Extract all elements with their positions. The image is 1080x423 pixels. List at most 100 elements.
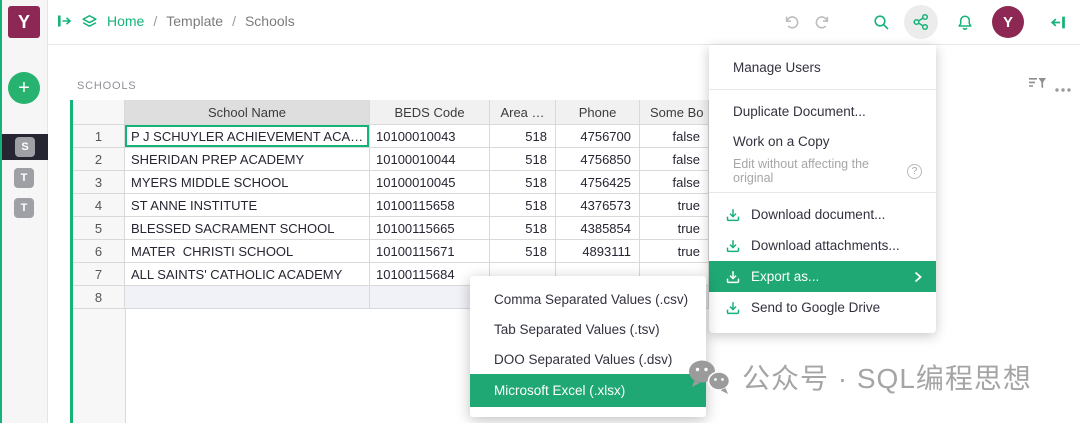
table-row: 2 SHERIDAN PREP ACADEMY 10100010044 518 …	[73, 148, 709, 171]
column-header-phone[interactable]: Phone	[556, 100, 640, 125]
menu-item-work-on-copy[interactable]: Work on a Copy	[709, 126, 936, 156]
grid-cell[interactable]: 518	[490, 148, 556, 171]
column-header-beds-code[interactable]: BEDS Code	[370, 100, 490, 125]
download-icon	[725, 238, 741, 254]
row-number[interactable]: 1	[73, 125, 125, 148]
page-tile-t2[interactable]: T	[14, 198, 34, 218]
menu-item-download-attachments[interactable]: Download attachments...	[709, 230, 936, 261]
grid-cell[interactable]: 10100115665	[370, 217, 490, 240]
notifications-bell-icon[interactable]	[956, 14, 974, 37]
page-tile-t1[interactable]: T	[14, 168, 34, 188]
grid-cell[interactable]: 518	[490, 240, 556, 263]
grid-cell[interactable]: true	[640, 194, 709, 217]
menu-item-download-document[interactable]: Download document...	[709, 199, 936, 230]
menu-item-send-to-google-drive[interactable]: Send to Google Drive	[709, 292, 936, 323]
grid-cell[interactable]: 4893111	[556, 240, 640, 263]
grid-cell[interactable]: 10100010044	[370, 148, 490, 171]
watermark: 公众号 · SQL编程思想	[686, 357, 1032, 397]
submenu-chevron-icon	[914, 271, 922, 283]
grid-cell[interactable]: 4385854	[556, 217, 640, 240]
wechat-icon	[686, 357, 732, 397]
column-header-school-name[interactable]: School Name	[125, 100, 370, 125]
table-row: 5 BLESSED SACRAMENT SCHOOL 10100115665 5…	[73, 217, 709, 240]
grid-cell[interactable]: 4756425	[556, 171, 640, 194]
menu-item-export-as[interactable]: Export as...	[709, 261, 936, 292]
menu-item-duplicate-document[interactable]: Duplicate Document...	[709, 96, 936, 126]
grid-cell[interactable]	[125, 286, 370, 309]
row-number[interactable]: 4	[73, 194, 125, 217]
more-options-icon[interactable]	[1054, 80, 1072, 98]
table-row: 1 P J SCHUYLER ACHIEVEMENT ACA… 10100010…	[73, 125, 709, 148]
watermark-text: 公众号 · SQL编程思想	[742, 357, 1032, 397]
row-number[interactable]: 2	[73, 148, 125, 171]
grid-cell[interactable]: 4376573	[556, 194, 640, 217]
page-tile-s[interactable]: S	[15, 137, 35, 157]
submenu-item-dsv[interactable]: DOO Separated Values (.dsv)	[470, 344, 706, 374]
breadcrumb-home[interactable]: Home	[107, 13, 144, 29]
undo-icon[interactable]	[783, 14, 801, 36]
grid-cell[interactable]: 4756850	[556, 148, 640, 171]
grid-cell[interactable]: 10100115671	[370, 240, 490, 263]
redo-icon[interactable]	[813, 14, 831, 36]
grid-cell[interactable]: false	[640, 171, 709, 194]
grid-cell[interactable]: 4756700	[556, 125, 640, 148]
document-layers-icon	[81, 14, 98, 29]
collapse-right-panel-icon[interactable]	[1050, 14, 1067, 36]
page-item-s-selected[interactable]: S	[2, 134, 48, 160]
grid-cell[interactable]: false	[640, 148, 709, 171]
grid-cell[interactable]: ALL SAINTS' CATHOLIC ACADEMY	[125, 263, 370, 286]
org-logo[interactable]: Y	[8, 6, 40, 38]
download-icon	[725, 269, 741, 285]
submenu-item-tsv[interactable]: Tab Separated Values (.tsv)	[470, 314, 706, 344]
row-number[interactable]: 7	[73, 263, 125, 286]
row-number[interactable]: 6	[73, 240, 125, 263]
breadcrumb-template[interactable]: Template	[166, 13, 223, 29]
grid-header-row: School Name BEDS Code Area … Phone Some …	[73, 100, 709, 125]
share-icon[interactable]	[904, 5, 938, 39]
grid-cell[interactable]: 518	[490, 125, 556, 148]
search-icon[interactable]	[873, 14, 890, 36]
export-format-submenu: Comma Separated Values (.csv) Tab Separa…	[470, 276, 706, 417]
grid-cell[interactable]: SHERIDAN PREP ACADEMY	[125, 148, 370, 171]
submenu-item-xlsx[interactable]: Microsoft Excel (.xlsx)	[470, 374, 706, 407]
app-window: Y + S T T Home / Template / Schools Y	[0, 0, 1080, 423]
breadcrumb-schools[interactable]: Schools	[245, 13, 295, 29]
grid-cell[interactable]: BLESSED SACRAMENT SCHOOL	[125, 217, 370, 240]
add-new-button[interactable]: +	[8, 72, 40, 104]
column-header-area[interactable]: Area …	[490, 100, 556, 125]
selected-cell[interactable]: P J SCHUYLER ACHIEVEMENT ACA…	[125, 125, 370, 148]
row-number[interactable]: 5	[73, 217, 125, 240]
sort-filter-icon[interactable]	[1028, 76, 1047, 96]
grid-cell[interactable]: MYERS MIDDLE SCHOOL	[125, 171, 370, 194]
row-number[interactable]: 3	[73, 171, 125, 194]
open-left-panel-icon[interactable]	[56, 13, 72, 29]
menu-item-edit-without-affecting-original: Edit without affecting the original ?	[709, 156, 936, 186]
menu-item-label: Export as...	[751, 269, 819, 284]
grid-cell[interactable]: ST ANNE INSTITUTE	[125, 194, 370, 217]
grid-cell[interactable]: 10100010043	[370, 125, 490, 148]
grid-cell[interactable]: 518	[490, 217, 556, 240]
left-sidebar: Y + S T T	[0, 0, 48, 423]
user-avatar[interactable]: Y	[992, 6, 1024, 38]
column-header-some-bool[interactable]: Some Bo	[640, 100, 709, 125]
grid-cell[interactable]: 518	[490, 171, 556, 194]
row-number-gutter	[70, 309, 126, 423]
menu-item-label: Download document...	[751, 207, 885, 222]
grid-cell[interactable]: 10100115658	[370, 194, 490, 217]
grid-cell[interactable]: MATER CHRISTI SCHOOL	[125, 240, 370, 263]
sidebar-accent-line	[0, 0, 2, 423]
help-icon[interactable]: ?	[907, 164, 922, 179]
grid-cell[interactable]: 10100010045	[370, 171, 490, 194]
grid-cell[interactable]: true	[640, 217, 709, 240]
menu-item-manage-users[interactable]: Manage Users	[709, 51, 936, 83]
row-number-header[interactable]	[73, 100, 125, 125]
table-row: 3 MYERS MIDDLE SCHOOL 10100010045 518 47…	[73, 171, 709, 194]
grid-cell[interactable]: 518	[490, 194, 556, 217]
menu-item-label: Download attachments...	[751, 238, 900, 253]
menu-divider	[709, 192, 936, 193]
submenu-item-csv[interactable]: Comma Separated Values (.csv)	[470, 284, 706, 314]
grid-cell[interactable]: true	[640, 240, 709, 263]
row-number[interactable]: 8	[73, 286, 125, 309]
grid-cell[interactable]: false	[640, 125, 709, 148]
table-row: 4 ST ANNE INSTITUTE 10100115658 518 4376…	[73, 194, 709, 217]
